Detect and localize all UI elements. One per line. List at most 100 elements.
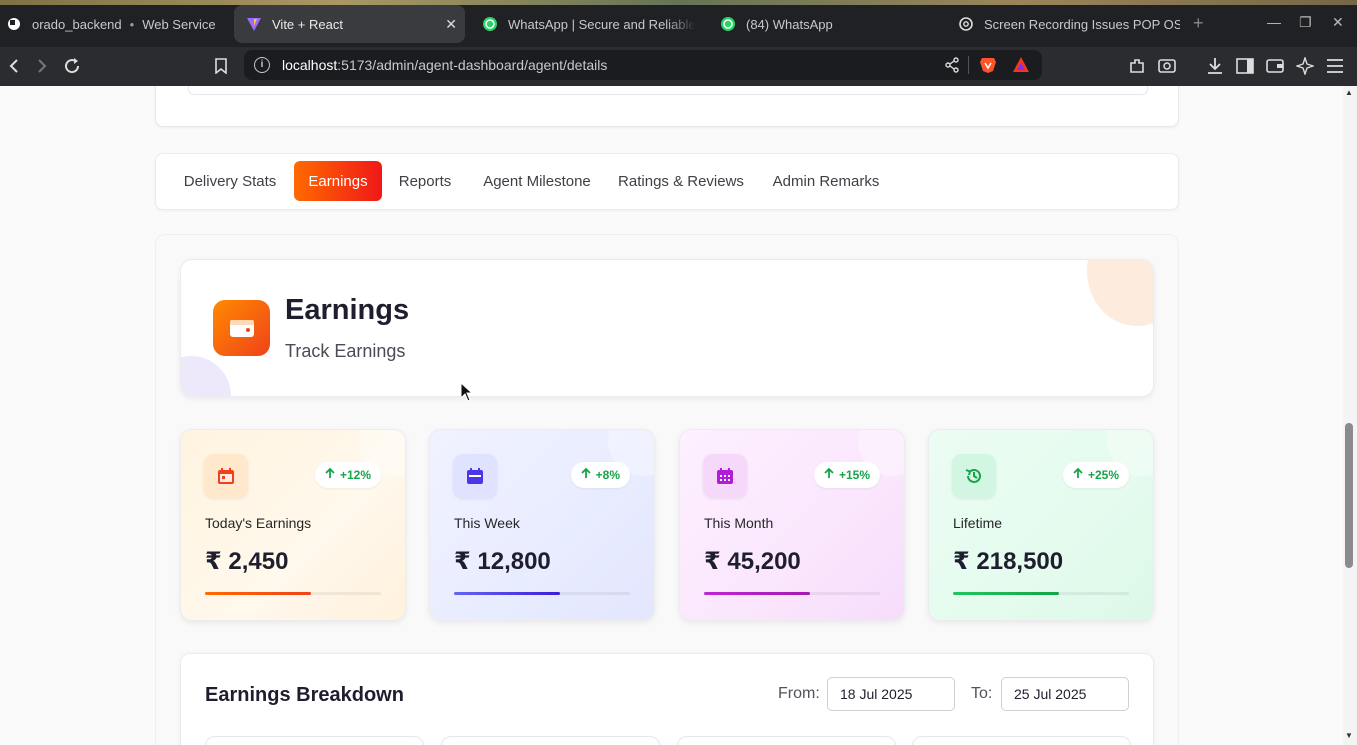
progress-fill <box>454 592 560 595</box>
browser-tab-orado-backend[interactable]: orado_backend • Web Service <box>6 5 228 43</box>
browser-tab-vite-react[interactable]: Vite + React ✕ <box>234 5 465 43</box>
arrow-up-icon <box>325 467 335 482</box>
downloads-icon[interactable] <box>1205 56 1225 76</box>
tab-agent-milestone[interactable]: Agent Milestone <box>474 161 600 201</box>
arrow-up-icon <box>824 467 834 482</box>
page-subtitle: Track Earnings <box>285 341 406 361</box>
tab-title: Screen Recording Issues POP OS <box>984 16 1180 32</box>
stat-value: ₹ 2,450 <box>205 548 289 575</box>
scroll-up-arrow-icon[interactable]: ▲ <box>1345 88 1353 97</box>
whatsapp-favicon-icon <box>720 16 736 32</box>
tab-admin-remarks[interactable]: Admin Remarks <box>764 161 888 201</box>
progress-fill <box>953 592 1059 595</box>
to-label: To: <box>971 685 993 702</box>
url-text: localhost:5173/admin/agent-dashboard/age… <box>282 57 608 73</box>
breakdown-item-card <box>677 736 896 745</box>
progress-bar <box>953 592 1129 595</box>
stat-label: Lifetime <box>953 515 1003 531</box>
stat-label: Today's Earnings <box>205 515 312 531</box>
stat-card-week: +8% This Week ₹ 12,800 <box>429 429 655 621</box>
earnings-breakdown-card: Earnings Breakdown From: 18 Jul 2025 To:… <box>180 653 1154 745</box>
render-favicon-icon <box>6 16 22 32</box>
progress-bar <box>704 592 880 595</box>
scrollbar-thumb[interactable] <box>1345 423 1353 568</box>
reload-icon[interactable] <box>62 56 82 76</box>
agent-detail-tabs: Delivery Stats Earnings Reports Agent Mi… <box>155 153 1179 210</box>
breakdown-title: Earnings Breakdown <box>205 684 404 706</box>
change-badge: +12% <box>314 462 381 488</box>
earnings-header-card: Earnings Track Earnings <box>180 259 1154 397</box>
tab-separator: • <box>129 16 135 32</box>
tab-title: (84) WhatsApp <box>746 16 833 32</box>
vite-favicon-icon <box>246 16 262 32</box>
back-arrow-icon[interactable] <box>4 56 24 76</box>
forward-arrow-icon[interactable] <box>32 56 52 76</box>
new-tab-button[interactable]: + <box>1193 13 1204 34</box>
tab-ratings-reviews[interactable]: Ratings & Reviews <box>614 161 748 201</box>
stat-label: This Month <box>704 515 774 531</box>
progress-fill <box>704 592 810 595</box>
stat-label: This Week <box>454 515 520 531</box>
breakdown-item-card <box>205 736 424 745</box>
wallet-icon <box>213 300 270 356</box>
restore-window-icon[interactable]: ❐ <box>1299 14 1312 31</box>
history-icon <box>952 454 996 498</box>
arrow-up-icon <box>1073 467 1083 482</box>
mouse-cursor-icon <box>460 381 474 407</box>
menu-hamburger-icon[interactable] <box>1325 56 1345 76</box>
from-label: From: <box>778 685 820 702</box>
progress-bar <box>454 592 630 595</box>
previous-section-inner <box>188 86 1148 95</box>
minimize-window-icon[interactable]: — <box>1267 14 1281 30</box>
brave-rewards-icon[interactable] <box>1012 56 1030 79</box>
progress-bar <box>205 592 381 595</box>
share-icon[interactable] <box>944 57 960 78</box>
calendar-day-icon <box>204 454 248 498</box>
decorative-blob <box>1087 260 1153 326</box>
breakdown-item-card <box>441 736 660 745</box>
browser-tab-screen-recording[interactable]: Screen Recording Issues POP OS <box>958 5 1180 43</box>
stat-value: ₹ 45,200 <box>704 548 801 575</box>
brave-shields-icon[interactable] <box>979 56 997 79</box>
arrow-up-icon <box>581 467 591 482</box>
screenshot-icon[interactable] <box>1157 56 1177 76</box>
address-divider <box>968 56 969 74</box>
progress-fill <box>205 592 311 595</box>
leo-ai-icon[interactable] <box>1295 56 1315 76</box>
chatgpt-favicon-icon <box>958 16 974 32</box>
tab-delivery-stats[interactable]: Delivery Stats <box>174 161 286 201</box>
previous-section-card <box>155 86 1179 127</box>
breakdown-item-card <box>912 736 1131 745</box>
site-info-icon[interactable]: i <box>254 57 270 73</box>
from-date-input[interactable]: 18 Jul 2025 <box>827 677 955 711</box>
stat-value: ₹ 218,500 <box>953 548 1064 575</box>
stat-card-today: +12% Today's Earnings ₹ 2,450 <box>180 429 406 621</box>
to-date-input[interactable]: 25 Jul 2025 <box>1001 677 1129 711</box>
calendar-month-icon <box>703 454 747 498</box>
change-badge: +8% <box>570 462 630 488</box>
tab-reports[interactable]: Reports <box>392 161 458 201</box>
tab-earnings[interactable]: Earnings <box>294 161 382 201</box>
address-bar[interactable]: i localhost:5173/admin/agent-dashboard/a… <box>244 50 1042 80</box>
page-scrollbar[interactable] <box>1343 86 1357 745</box>
browser-tab-strip: orado_backend • Web Service Vite + React… <box>0 0 1357 47</box>
extensions-icon[interactable] <box>1127 56 1147 76</box>
wallet-toolbar-icon[interactable] <box>1265 56 1285 76</box>
whatsapp-favicon-icon <box>482 16 498 32</box>
change-badge: +25% <box>1062 462 1129 488</box>
close-tab-icon[interactable]: ✕ <box>445 16 457 33</box>
tab-title: Vite + React <box>272 16 343 32</box>
sidebar-toggle-icon[interactable] <box>1235 56 1255 76</box>
tab-title: orado_backend <box>32 16 122 32</box>
browser-tab-whatsapp[interactable]: (84) WhatsApp <box>720 5 940 43</box>
change-badge: +15% <box>813 462 880 488</box>
calendar-week-icon <box>453 454 497 498</box>
stat-card-lifetime: +25% Lifetime ₹ 218,500 <box>928 429 1154 621</box>
decorative-blob <box>181 356 231 396</box>
close-window-icon[interactable]: ✕ <box>1332 14 1344 31</box>
bookmark-icon[interactable] <box>211 56 231 76</box>
browser-tab-whatsapp-web[interactable]: WhatsApp | Secure and Reliable <box>482 5 696 43</box>
scroll-down-arrow-icon[interactable]: ▼ <box>1345 731 1353 740</box>
page-title: Earnings <box>285 294 410 326</box>
tab-subtitle: Web Service <box>142 16 216 32</box>
